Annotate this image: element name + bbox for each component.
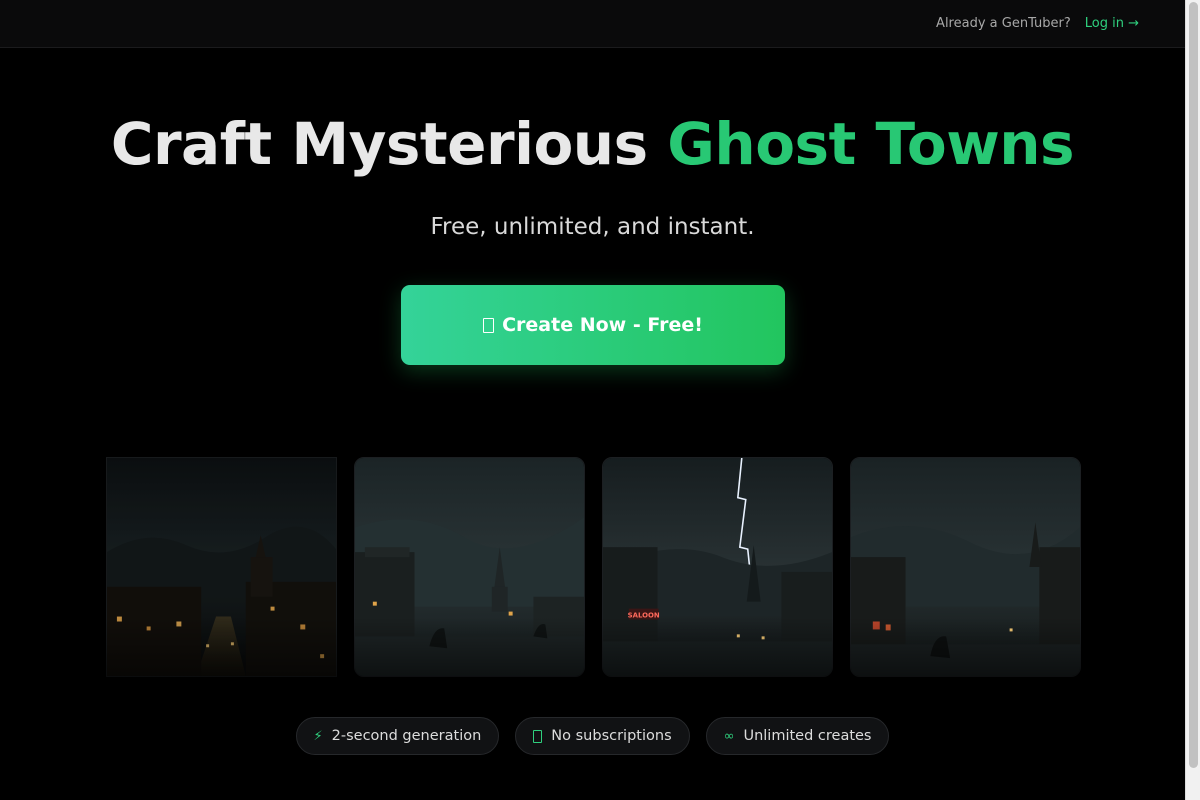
feature-pill-no-subscriptions: No subscriptions [515, 717, 690, 755]
infinity-icon: ∞ [723, 728, 735, 744]
box-glyph-icon [483, 317, 495, 333]
hero-title: Craft Mysterious Ghost Towns [0, 110, 1185, 178]
gallery-image-ghost-town-night-street[interactable] [106, 457, 337, 677]
box-glyph-icon [533, 729, 543, 743]
ghost-town-foggy-church-image [355, 458, 584, 676]
page-scrollbar[interactable] [1185, 0, 1200, 800]
gallery-image-ghost-town-lightning-saloon[interactable]: SALOON [602, 457, 833, 677]
feature-label: 2-second generation [331, 728, 482, 744]
ghost-town-night-street-image [107, 458, 336, 676]
feature-pill-fast-generation: ⚡ 2-second generation [295, 717, 500, 755]
hero-subtitle: Free, unlimited, and instant. [430, 214, 755, 240]
hero-title-main: Craft Mysterious [110, 110, 668, 178]
example-gallery: SALOON [106, 457, 1081, 677]
scrollbar-thumb[interactable] [1189, 2, 1198, 768]
ghost-town-lightning-saloon-image: SALOON [603, 458, 832, 676]
login-prompt-text: Already a GenTuber? [936, 16, 1071, 31]
feature-pill-unlimited: ∞ Unlimited creates [705, 717, 890, 755]
hero-title-accent: Ghost Towns [667, 110, 1075, 178]
lightning-icon: ⚡ [313, 728, 323, 744]
ghost-town-dusk-horses-image [851, 458, 1080, 676]
feature-label: No subscriptions [551, 728, 672, 744]
gallery-image-ghost-town-dusk-horses[interactable] [850, 457, 1081, 677]
create-now-label: Create Now - Free! [502, 314, 703, 336]
gallery-image-ghost-town-foggy-church[interactable] [354, 457, 585, 677]
feature-pills: ⚡ 2-second generation No subscriptions ∞… [0, 717, 1185, 755]
create-now-button[interactable]: Create Now - Free! [401, 285, 785, 365]
landing-page: Already a GenTuber? Log in → Craft Myste… [0, 0, 1200, 800]
top-navigation-bar: Already a GenTuber? Log in → [0, 0, 1185, 48]
feature-label: Unlimited creates [743, 728, 872, 744]
login-link[interactable]: Log in → [1085, 16, 1139, 31]
saloon-sign-text: SALOON [628, 612, 660, 620]
